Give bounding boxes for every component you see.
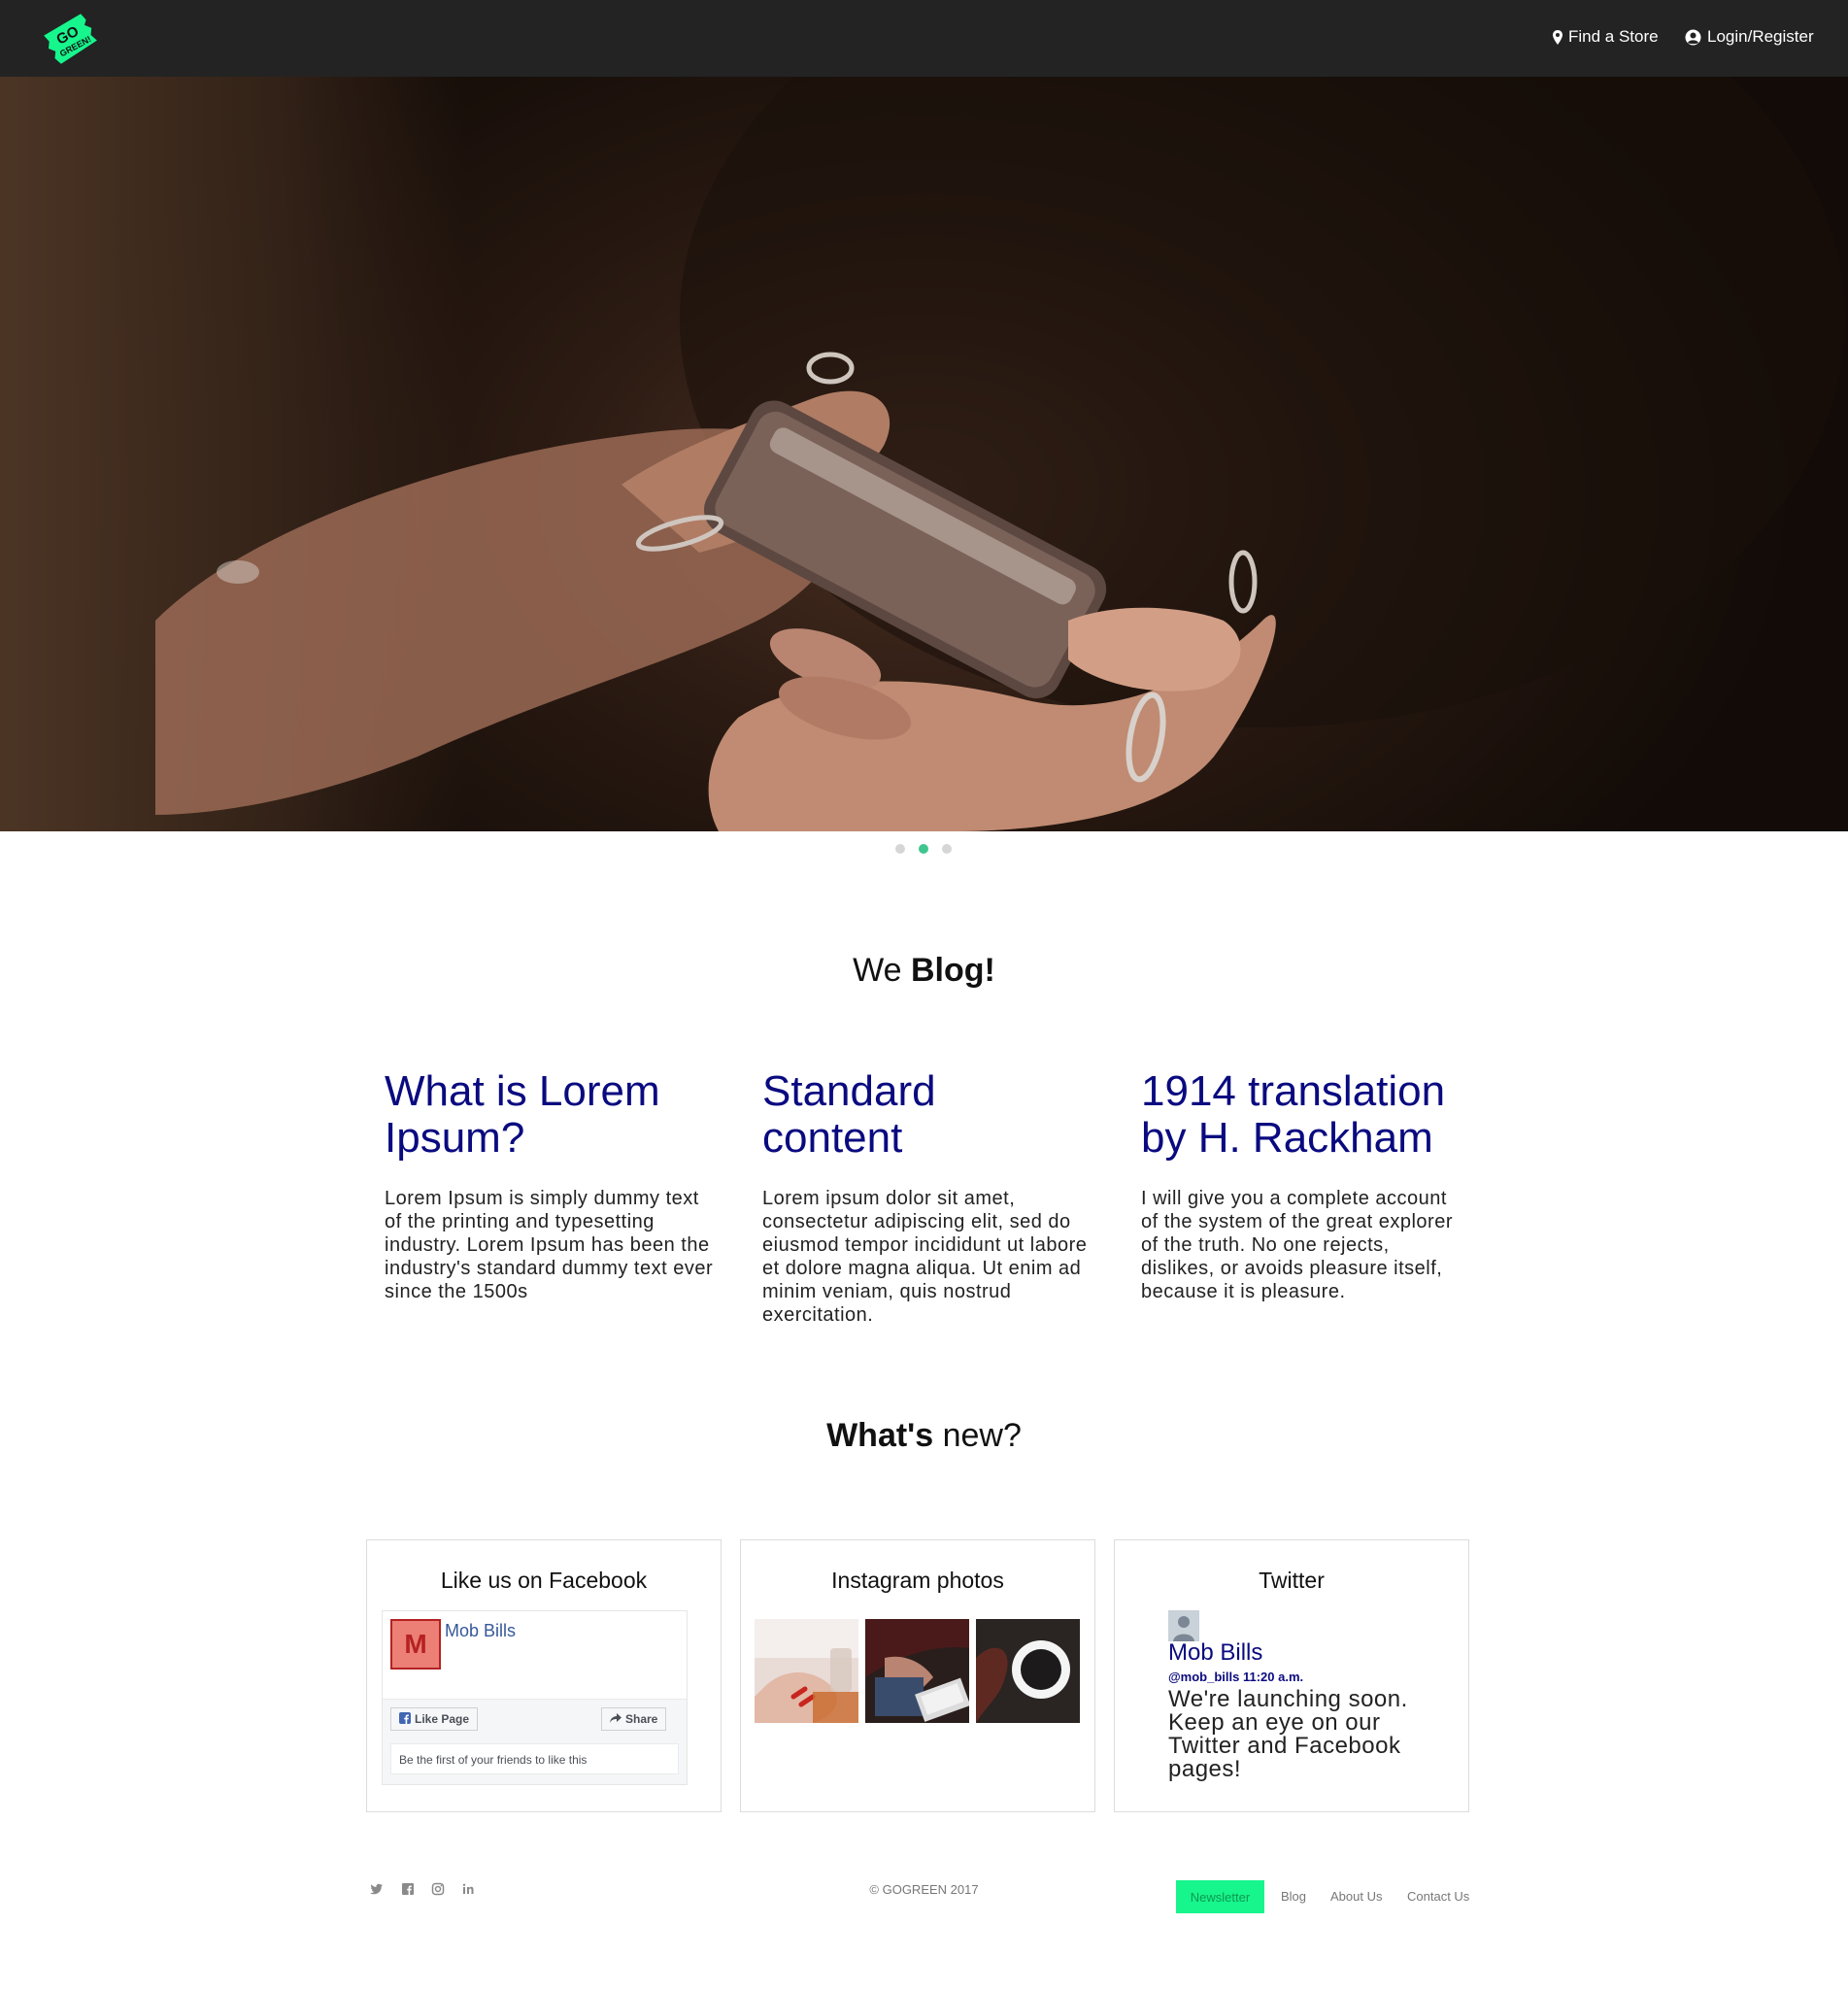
footer-contact-link[interactable]: Contact Us xyxy=(1407,1889,1469,1904)
blog-post-1: What is Lorem Ipsum? Lorem Ipsum is simp… xyxy=(385,1068,715,1303)
facebook-icon xyxy=(399,1711,411,1727)
blog-post-title[interactable]: What is Lorem Ipsum? xyxy=(385,1068,715,1162)
blog-post-title[interactable]: Standard content xyxy=(762,1068,1005,1162)
login-register-link[interactable]: Login/Register xyxy=(1685,27,1814,47)
whats-new-title: What's new? xyxy=(0,1417,1848,1455)
carousel-dot-3[interactable] xyxy=(942,844,952,854)
instagram-photo-2[interactable] xyxy=(865,1619,969,1723)
tweet-text: We're launching soon. Keep an eye on our… xyxy=(1168,1686,1408,1782)
carousel-dot-1[interactable] xyxy=(895,844,905,854)
twitter-user-name[interactable]: Mob Bills xyxy=(1168,1639,1262,1667)
share-button[interactable]: Share xyxy=(601,1707,667,1731)
gogreen-logo[interactable]: GO GREEN! xyxy=(43,12,99,66)
blog-post-body: Lorem ipsum dolor sit amet, consectetur … xyxy=(762,1188,1088,1326)
hero-image-hands-phone xyxy=(155,77,1845,831)
blog-title-light: We xyxy=(853,952,911,989)
instagram-card-title: Instagram photos xyxy=(831,1568,1004,1593)
blog-post-body: Lorem Ipsum is simply dummy text of the … xyxy=(385,1188,714,1302)
map-marker-icon xyxy=(1553,29,1562,45)
footer-copyright: © GOGREEN 2017 xyxy=(869,1882,979,1897)
facebook-friends-text: Be the first of your friends to like thi… xyxy=(390,1743,679,1774)
share-label: Share xyxy=(625,1712,658,1726)
facebook-card-title: Like us on Facebook xyxy=(440,1568,648,1593)
instagram-photo-3[interactable] xyxy=(976,1619,1080,1723)
newsletter-button[interactable]: Newsletter xyxy=(1176,1880,1264,1913)
facebook-page-name[interactable]: Mob Bills xyxy=(445,1621,516,1641)
login-register-label: Login/Register xyxy=(1707,27,1814,46)
find-store-link[interactable]: Find a Store xyxy=(1553,27,1659,47)
twitter-handle-time[interactable]: @mob_bills 11:20 a.m. xyxy=(1168,1670,1303,1684)
blog-post-title[interactable]: 1914 translation by H. Rackham xyxy=(1141,1068,1462,1162)
twitter-card: Twitter Mob Bills @mob_bills 11:20 a.m. … xyxy=(1114,1539,1469,1812)
facebook-card: Like us on Facebook M Mob Bills Like Pag… xyxy=(366,1539,722,1812)
whats-new-title-light: new? xyxy=(933,1417,1022,1454)
facebook-page-plugin: M Mob Bills Like Page Share Be the first… xyxy=(382,1610,688,1785)
find-store-label: Find a Store xyxy=(1568,27,1659,46)
like-page-button[interactable]: Like Page xyxy=(390,1707,479,1731)
carousel-indicators xyxy=(895,844,952,854)
blog-post-3: 1914 translation by H. Rackham I will gi… xyxy=(1141,1068,1462,1303)
whats-new-title-bold: What's xyxy=(826,1417,934,1454)
blog-post-2: Standard content Lorem ipsum dolor sit a… xyxy=(762,1068,1092,1327)
twitter-avatar[interactable] xyxy=(1168,1610,1199,1641)
hero-carousel-slide[interactable] xyxy=(0,77,1848,831)
instagram-card: Instagram photos xyxy=(740,1539,1095,1812)
like-page-label: Like Page xyxy=(415,1712,470,1726)
facebook-page-avatar[interactable]: M xyxy=(390,1619,441,1670)
top-navbar: GO GREEN! Find a Store Login/Register xyxy=(0,0,1848,77)
carousel-dot-2[interactable] xyxy=(919,844,928,854)
instagram-photo-1[interactable] xyxy=(755,1619,858,1723)
user-circle-icon xyxy=(1685,29,1701,46)
blog-title-bold: Blog! xyxy=(910,952,995,989)
facebook-actions-bar: Like Page Share Be the first of your fri… xyxy=(383,1699,687,1784)
blog-section-title: We Blog! xyxy=(0,952,1848,990)
footer-blog-link[interactable]: Blog xyxy=(1281,1889,1306,1904)
twitter-card-title: Twitter xyxy=(1259,1568,1325,1593)
footer-about-link[interactable]: About Us xyxy=(1330,1889,1382,1904)
blog-post-body: I will give you a complete account of th… xyxy=(1141,1188,1453,1302)
share-icon xyxy=(610,1712,622,1726)
